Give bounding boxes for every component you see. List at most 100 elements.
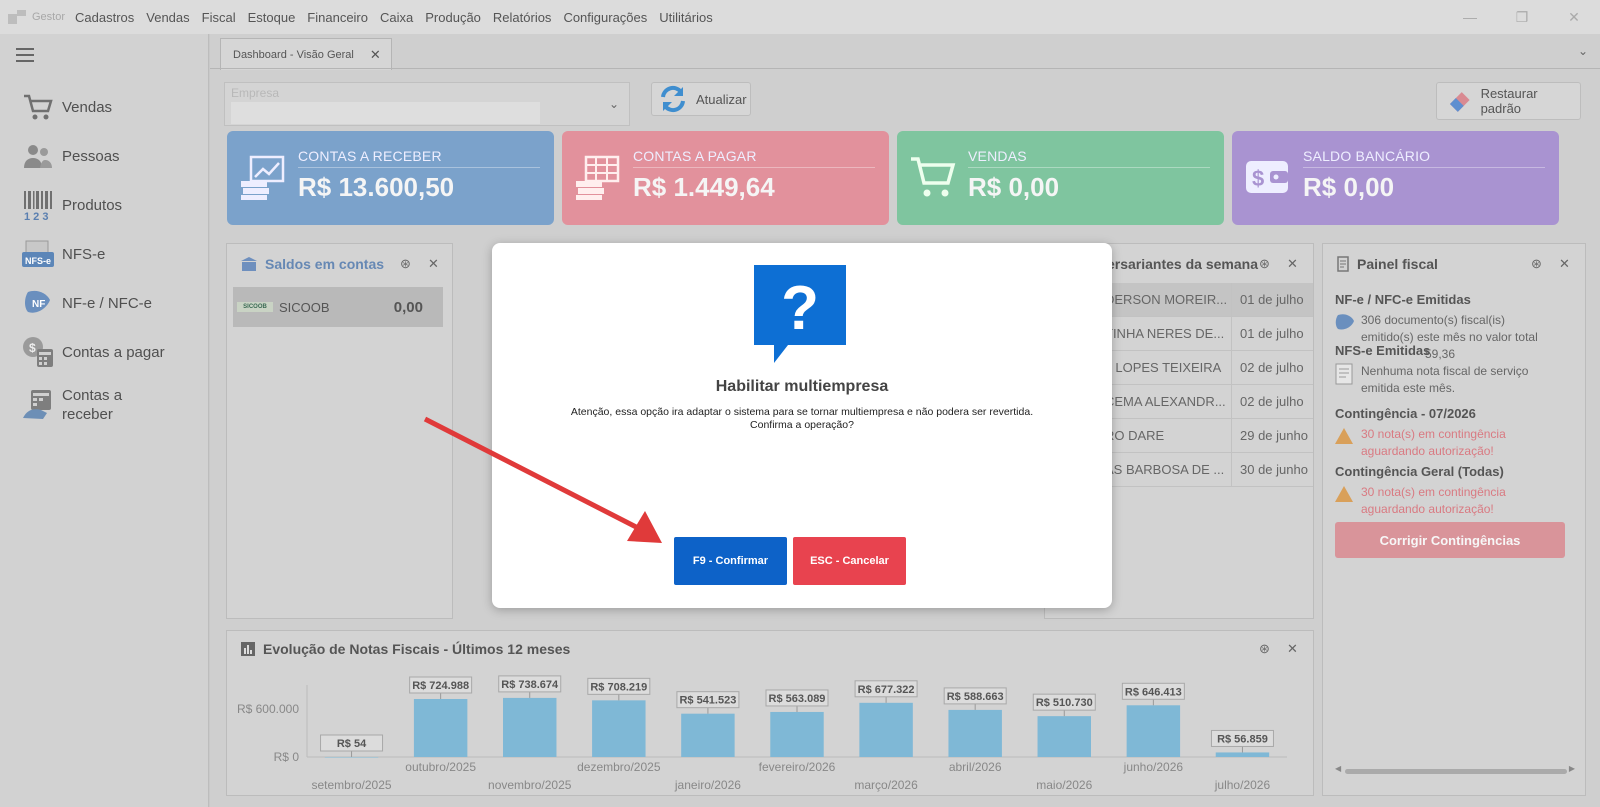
x-tick-label: julho/2026 xyxy=(1214,778,1271,792)
close-icon[interactable]: ✕ xyxy=(428,256,439,272)
nfse-heading: NFS-e Emitidas xyxy=(1335,343,1431,358)
svg-text:$: $ xyxy=(29,341,36,355)
data-label: R$ 541.523 xyxy=(679,695,736,707)
x-tick-label: janeiro/2026 xyxy=(674,778,741,792)
bank-icon xyxy=(241,257,257,271)
chart-bar xyxy=(1037,716,1091,757)
horizontal-scrollbar[interactable]: ◀ ▶ xyxy=(1335,764,1575,775)
scroll-thumb[interactable] xyxy=(1345,769,1567,774)
birthday-date: 01 de julho xyxy=(1231,316,1313,351)
card-vendas[interactable]: VENDAS R$ 0,00 xyxy=(897,131,1224,225)
pin-icon[interactable]: ⊛ xyxy=(1259,256,1270,272)
close-icon[interactable]: ✕ xyxy=(1559,256,1570,272)
chart-bar xyxy=(770,711,824,757)
cart-icon xyxy=(911,157,956,197)
hamburger-menu-icon[interactable] xyxy=(16,48,34,66)
menu-caixa[interactable]: Caixa xyxy=(380,10,413,25)
x-tick-label: maio/2026 xyxy=(1036,778,1092,792)
menu-cadastros[interactable]: Cadastros xyxy=(75,10,134,25)
svg-text:?: ? xyxy=(781,274,819,343)
menu-vendas[interactable]: Vendas xyxy=(146,10,189,25)
empresa-field[interactable] xyxy=(231,102,540,124)
close-tab-icon[interactable]: ✕ xyxy=(370,47,381,63)
nfe-icon xyxy=(1335,312,1361,346)
sidebar-item-vendas[interactable]: Vendas xyxy=(20,90,112,124)
dialog-message: Atenção, essa opção ira adaptar o sistem… xyxy=(492,406,1112,432)
card-value: R$ 0,00 xyxy=(1303,172,1395,202)
card-saldo-bancario[interactable]: $ SALDO BANCÁRIO R$ 0,00 xyxy=(1232,131,1559,225)
accounts-receivable-icon xyxy=(20,388,56,422)
menu-fiscal[interactable]: Fiscal xyxy=(202,10,236,25)
chart-icon xyxy=(241,642,255,656)
chart-bar xyxy=(592,700,646,757)
card-contas-receber[interactable]: CONTAS A RECEBER R$ 13.600,50 xyxy=(227,131,554,225)
nfe-text: 306 documento(s) fiscal(is) emitido(s) e… xyxy=(1361,313,1538,344)
close-icon[interactable]: ✕ xyxy=(1287,256,1298,272)
chevron-down-icon[interactable]: ⌄ xyxy=(609,97,619,111)
saldos-panel: Saldos em contas ⊛ ✕ SICOOB SICOOB 0,00 xyxy=(226,243,453,619)
data-label: R$ 54 xyxy=(337,738,367,750)
data-label: R$ 708.219 xyxy=(590,681,647,693)
card-contas-pagar[interactable]: CONTAS A PAGAR R$ 1.449,64 xyxy=(562,131,889,225)
menu-estoque[interactable]: Estoque xyxy=(248,10,296,25)
scroll-left-icon[interactable]: ◀ xyxy=(1335,764,1341,773)
chart-bar xyxy=(503,697,557,757)
empresa-select[interactable]: Empresa ⌄ xyxy=(224,82,630,126)
scroll-right-icon[interactable]: ▶ xyxy=(1569,764,1575,773)
sidebar-item-contas-pagar[interactable]: $ Contas a pagar xyxy=(20,335,165,369)
sidebar-item-nfse[interactable]: NFS-e NFS-e xyxy=(20,237,105,271)
bar-chart: R$ 0 R$ 600.000 R$ 54 setembro/2025 R$ 724.9… xyxy=(237,675,1287,792)
restore-default-button[interactable]: Restaurar padrão xyxy=(1436,82,1581,120)
sidebar-item-pessoas[interactable]: Pessoas xyxy=(20,139,120,173)
pin-icon[interactable]: ⊛ xyxy=(1259,641,1270,657)
dialog-message-line: Atenção, essa opção ira adaptar o sistem… xyxy=(570,406,1034,418)
sidebar-item-produtos[interactable]: 1 2 3 Produtos xyxy=(20,188,122,222)
menu-relatorios[interactable]: Relatórios xyxy=(493,10,552,25)
receipt-icon xyxy=(1337,256,1349,272)
list-item[interactable]: SICOOB SICOOB 0,00 xyxy=(233,287,443,327)
confirm-button[interactable]: F9 - Confirmar xyxy=(674,537,787,585)
nfse-icon: NFS-e xyxy=(20,237,56,271)
cancel-button[interactable]: ESC - Cancelar xyxy=(793,537,906,585)
minimize-button[interactable]: — xyxy=(1444,0,1496,34)
data-label: R$ 677.322 xyxy=(858,684,915,696)
menu-utilitarios[interactable]: Utilitários xyxy=(659,10,712,25)
chart-bar xyxy=(1215,752,1270,757)
data-label: R$ 738.674 xyxy=(501,679,559,691)
menu-producao[interactable]: Produção xyxy=(425,10,481,25)
dialog-title: Habilitar multiempresa xyxy=(715,378,889,395)
accounts-payable-icon: $ xyxy=(20,335,56,369)
birthday-date: 02 de julho xyxy=(1231,350,1313,385)
menu-financeiro[interactable]: Financeiro xyxy=(307,10,368,25)
nfe-value-fragment: 59,36 xyxy=(1425,347,1456,361)
contingencia-geral-heading: Contingência Geral (Todas) xyxy=(1335,464,1504,479)
close-window-button[interactable]: ✕ xyxy=(1548,0,1600,34)
pin-icon[interactable]: ⊛ xyxy=(1531,256,1542,272)
svg-text:1 2 3: 1 2 3 xyxy=(24,211,48,221)
nfe-heading: NF-e / NFC-e Emitidas xyxy=(1335,292,1471,307)
restore-button[interactable]: ❐ xyxy=(1496,0,1548,34)
tab-dashboard[interactable]: Dashboard - Visão Geral ✕ xyxy=(220,38,392,70)
svg-text:NF: NF xyxy=(32,299,45,310)
restore-default-label: Restaurar padrão xyxy=(1480,86,1538,116)
fix-contingencies-button[interactable]: Corrigir Contingências xyxy=(1335,522,1565,558)
chart-bar xyxy=(948,709,1002,757)
sidebar: Vendas Pessoas 1 2 3 Produtos NFS-e NFS-… xyxy=(0,34,209,807)
pin-icon[interactable]: ⊛ xyxy=(400,256,411,272)
painel-fiscal: Painel fiscal ⊛ ✕ NF-e / NFC-e Emitidas … xyxy=(1322,243,1586,796)
nfse-info: Nenhuma nota fiscal de serviço emitida e… xyxy=(1335,363,1575,397)
wallet-icon: $ xyxy=(1246,161,1288,193)
birthday-date: 29 de junho xyxy=(1231,418,1313,453)
data-label: R$ 646.413 xyxy=(1125,686,1182,698)
chevron-down-icon[interactable]: ⌄ xyxy=(1578,44,1588,58)
x-tick-label: junho/2026 xyxy=(1123,760,1184,774)
sidebar-item-contas-receber[interactable]: Contas a receber xyxy=(20,386,142,424)
chart-bar xyxy=(859,702,913,757)
close-icon[interactable]: ✕ xyxy=(1287,641,1298,657)
sidebar-item-nfe[interactable]: NF NF-e / NFC-e xyxy=(20,286,152,320)
empresa-label: Empresa xyxy=(231,86,280,100)
refresh-button[interactable]: Atualizar xyxy=(651,82,751,116)
menu-configuracoes[interactable]: Configurações xyxy=(563,10,647,25)
card-value: R$ 0,00 xyxy=(968,172,1060,202)
bank-name: SICOOB xyxy=(279,299,330,315)
